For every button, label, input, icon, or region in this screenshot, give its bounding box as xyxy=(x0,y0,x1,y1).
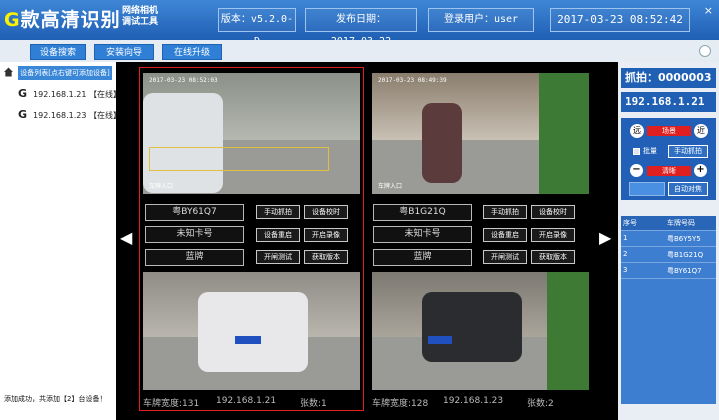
row-plate: 粤BY61Q7 xyxy=(667,267,702,275)
app-window: G款高清识别 网络相机调试工具 版本：v5.2.0-D 发布日期：2017.03… xyxy=(0,0,719,420)
start-recording-button[interactable]: 开启录像 xyxy=(531,228,575,242)
logo-sub-line2: 调试工具 xyxy=(122,17,159,27)
capture-counter: 抓拍：0000003 xyxy=(621,68,716,88)
manual-capture-button[interactable]: 手动抓拍 xyxy=(256,205,300,219)
plate-width-label: 车牌宽度:131 xyxy=(143,399,200,409)
plate-color-field: 蓝牌 xyxy=(373,249,472,266)
camera-snapshot-right[interactable] xyxy=(372,272,589,390)
card-number-field: 未知卡号 xyxy=(373,226,472,243)
column-header-no: 序号 xyxy=(623,219,637,227)
get-version-button[interactable]: 获取版本 xyxy=(304,250,348,264)
manual-capture-button[interactable]: 手动抓拍 xyxy=(668,145,708,158)
device-time-sync-button[interactable]: 设备校时 xyxy=(531,205,575,219)
plate-color-field: 蓝牌 xyxy=(145,249,244,266)
device-list-header[interactable]: 设备列表[点右键可添加设备] xyxy=(18,66,112,80)
plate-number-field: 粤B1G21Q xyxy=(373,204,472,221)
scene-slider[interactable]: 场景 xyxy=(647,126,691,136)
camera-ip-label: 192.168.1.23 xyxy=(443,396,504,406)
tree-item-device-2[interactable]: G 192.168.1.23 【在线】 xyxy=(18,109,121,121)
table-header: 序号 车牌号码 xyxy=(621,216,716,231)
logo-subtitle: 网络相机 调试工具 xyxy=(122,6,158,28)
tree-item-device-1[interactable]: G 192.168.1.21 【在线】 xyxy=(18,88,121,100)
logo-sub-line1: 网络相机 xyxy=(122,6,159,16)
online-upgrade-button[interactable]: 在线升级 xyxy=(162,44,222,60)
minus-icon[interactable]: − xyxy=(630,164,643,177)
title-bar: G款高清识别 网络相机调试工具 版本：v5.2.0-D 发布日期：2017.03… xyxy=(0,0,719,47)
home-icon xyxy=(4,67,13,77)
focus-value-field[interactable] xyxy=(629,182,665,196)
row-no: 3 xyxy=(623,266,628,274)
tree-item-label: 192.168.1.21 【在线】 xyxy=(33,90,122,99)
gate-test-button[interactable]: 开闸测试 xyxy=(256,250,300,264)
table-row[interactable]: 1 粤B6Y5Y5 xyxy=(621,232,716,247)
logo-text: 款高清识别 xyxy=(20,9,121,31)
row-plate: 粤B6Y5Y5 xyxy=(667,235,701,243)
device-search-button[interactable]: 设备搜索 xyxy=(30,44,86,60)
batch-label: 批量 xyxy=(643,147,657,155)
table-row[interactable]: 2 粤B1G21Q xyxy=(621,248,716,263)
row-no: 2 xyxy=(623,250,628,258)
start-recording-button[interactable]: 开启录像 xyxy=(304,228,348,242)
manual-capture-button[interactable]: 手动抓拍 xyxy=(483,205,527,219)
plate-number-field: 粤BY61Q7 xyxy=(145,204,244,221)
gate-test-button[interactable]: 开闸测试 xyxy=(483,250,527,264)
batch-checkbox[interactable] xyxy=(633,148,640,155)
settings-icon[interactable] xyxy=(699,45,711,57)
plate-width-label: 车牌宽度:128 xyxy=(372,399,429,409)
capture-count-label: 张数:1 xyxy=(300,399,327,409)
get-version-button[interactable]: 获取版本 xyxy=(531,250,575,264)
row-plate: 粤B1G21Q xyxy=(667,251,704,259)
device-restart-button[interactable]: 设备重启 xyxy=(256,228,300,242)
clarity-slider[interactable]: 清晰 xyxy=(647,166,691,176)
table-row[interactable]: 3 粤BY61Q7 xyxy=(621,264,716,279)
device-time-sync-button[interactable]: 设备校时 xyxy=(304,205,348,219)
current-ip-display: 192.168.1.21 xyxy=(621,92,716,112)
release-date-label: 发布日期：2017.03.22 xyxy=(305,8,417,47)
next-arrow-icon[interactable]: ▶ xyxy=(599,228,611,247)
device-icon: G xyxy=(18,87,28,100)
camera-snapshot-left[interactable] xyxy=(143,272,360,390)
scene-near-button[interactable]: 近 xyxy=(694,124,708,138)
scene-far-button[interactable]: 远 xyxy=(630,124,644,138)
camera-timestamp: 2017-03-23 08:49:39 xyxy=(378,77,447,84)
camera-live-right[interactable]: 2017-03-23 08:49:39 车牌入口 xyxy=(372,73,589,194)
device-restart-button[interactable]: 设备重启 xyxy=(483,228,527,242)
camera-overlay-label: 车牌入口 xyxy=(378,183,403,190)
app-logo: G款高清识别 xyxy=(4,5,121,32)
status-message: 添加成功，共添加【2】台设备！ xyxy=(4,395,107,403)
capture-count-label: 张数:2 xyxy=(527,399,554,409)
camera-ip-label: 192.168.1.21 xyxy=(216,396,277,406)
prev-arrow-icon[interactable]: ◀ xyxy=(120,228,132,247)
install-wizard-button[interactable]: 安装向导 xyxy=(94,44,154,60)
row-no: 1 xyxy=(623,234,628,242)
plus-icon[interactable]: + xyxy=(694,164,707,177)
version-label: 版本：v5.2.0-D xyxy=(218,8,296,47)
tree-item-label: 192.168.1.23 【在线】 xyxy=(33,111,122,120)
device-icon: G xyxy=(18,108,28,121)
close-icon[interactable]: × xyxy=(704,4,713,17)
column-header-plate: 车牌号码 xyxy=(667,219,695,227)
login-user-label: 登录用户：user xyxy=(428,8,534,32)
datetime-display: 2017-03-23 08:52:42 xyxy=(550,8,690,32)
logo-letter: G xyxy=(4,9,21,31)
card-number-field: 未知卡号 xyxy=(145,226,244,243)
auto-focus-button[interactable]: 自动对焦 xyxy=(668,182,708,196)
